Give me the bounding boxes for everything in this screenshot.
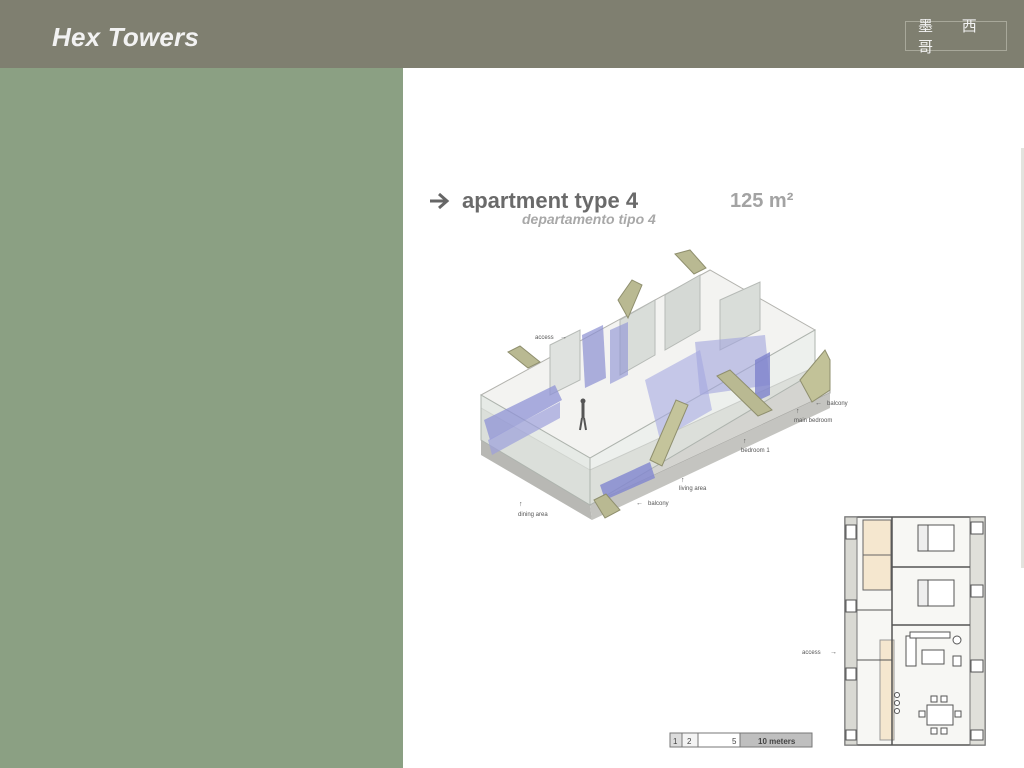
scale-bar: 1 2 5 10 meters bbox=[669, 732, 813, 748]
slide-content: apartment type 4 125 m² departamento tip… bbox=[403, 68, 1024, 768]
label-living-area: living area bbox=[679, 486, 707, 492]
header-bar: Hex Towers 墨 西 哥 bbox=[0, 0, 1024, 68]
scale-2: 2 bbox=[687, 737, 692, 746]
scale-1: 1 bbox=[673, 737, 678, 746]
label-dining-area: dining area bbox=[518, 512, 548, 518]
plan-access-label: access bbox=[802, 650, 821, 656]
arrow-icon: ↑ bbox=[743, 438, 747, 445]
arrow-icon: ↑ bbox=[519, 501, 523, 508]
arrow-icon: ← bbox=[815, 400, 822, 407]
arrow-icon: ← bbox=[636, 500, 643, 507]
language-badge[interactable]: 墨 西 哥 bbox=[905, 17, 1007, 56]
label-main-bedroom: main bedroom bbox=[794, 418, 832, 424]
arrow-icon: ↑ bbox=[681, 477, 685, 484]
label-access: access bbox=[535, 335, 554, 341]
scale-5: 5 bbox=[732, 737, 737, 746]
floor-plan: access → bbox=[802, 516, 986, 746]
page-title: Hex Towers bbox=[52, 22, 199, 52]
apartment-area: 125 m² bbox=[730, 190, 794, 212]
isometric-model bbox=[479, 249, 831, 520]
scale-10: 10 meters bbox=[758, 737, 796, 746]
apartment-figure: apartment type 4 125 m² departamento tip… bbox=[430, 188, 986, 748]
label-balcony-bottom: balcony bbox=[648, 501, 669, 507]
left-panel bbox=[0, 68, 403, 768]
label-bedroom1: bedroom 1 bbox=[741, 448, 770, 454]
apartment-subheading: departamento tipo 4 bbox=[522, 211, 656, 227]
apartment-heading: apartment type 4 bbox=[462, 188, 639, 213]
arrow-icon: → bbox=[560, 334, 567, 341]
arrow-icon: → bbox=[830, 649, 837, 656]
arrow-right-icon bbox=[430, 192, 450, 210]
label-balcony-right: balcony bbox=[827, 401, 848, 407]
arrow-icon: ↑ bbox=[796, 408, 800, 415]
